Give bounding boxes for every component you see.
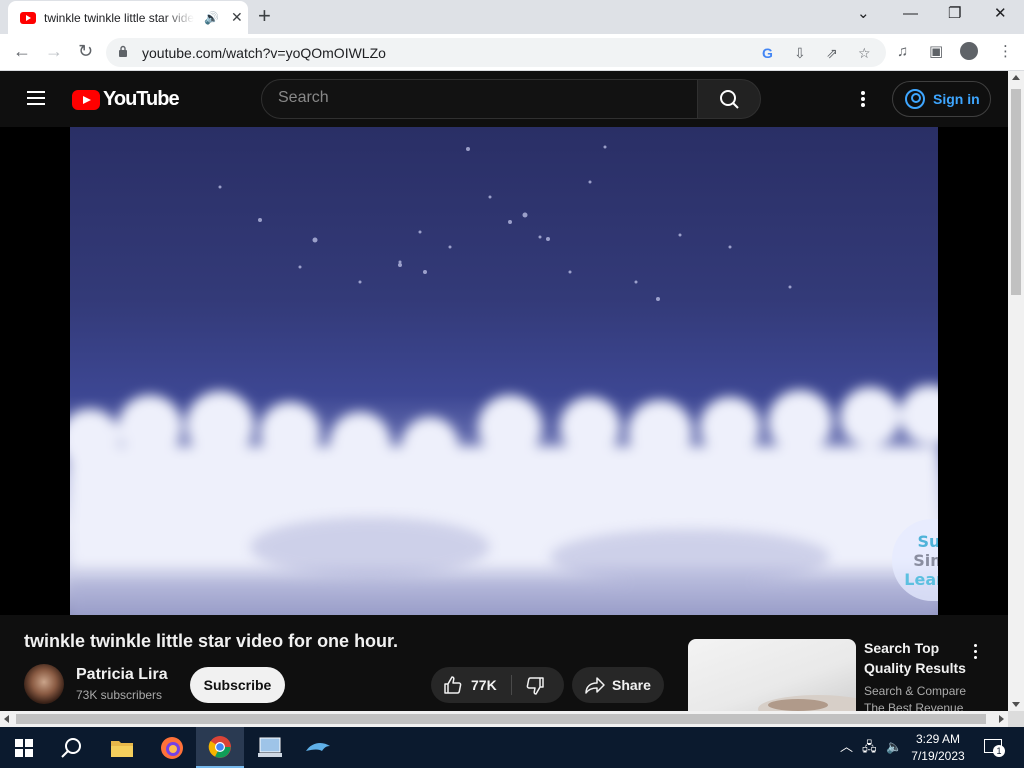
youtube-favicon-icon <box>20 11 36 24</box>
install-app-icon[interactable]: ⇩ <box>794 45 806 61</box>
video-player-area[interactable]: Super Simple Learning <box>0 127 1008 615</box>
notification-badge: 1 <box>993 745 1005 757</box>
video-frame[interactable]: Super Simple Learning <box>70 127 938 615</box>
url-text[interactable]: youtube.com/watch?v=yoQOmOIWLZo <box>142 45 386 61</box>
action-center-icon[interactable]: 1 <box>984 739 1005 757</box>
share-page-icon[interactable]: ⇗ <box>826 45 838 61</box>
forward-arrow-icon[interactable]: → <box>45 40 63 62</box>
ad-thumbnail[interactable] <box>688 639 856 711</box>
sign-in-button[interactable]: Sign in <box>892 81 991 117</box>
google-lens-icon[interactable]: G <box>762 45 773 61</box>
file-explorer-button[interactable] <box>98 727 146 768</box>
taskbar-search-icon <box>61 737 81 758</box>
scrollbar-corner <box>1008 711 1024 727</box>
browser-menu-icon[interactable]: ⋮ <box>998 43 1013 61</box>
like-dislike-bar: 77K <box>431 667 564 703</box>
settings-kebab-icon[interactable] <box>861 91 865 107</box>
horizontal-scrollbar[interactable] <box>0 711 1008 727</box>
share-label: Share <box>612 677 651 693</box>
tab-audio-playing-icon[interactable]: 🔊 <box>204 11 219 25</box>
media-controls-icon[interactable]: ♫ <box>897 43 908 61</box>
subscriber-count: 73K subscribers <box>76 688 163 702</box>
network-app-button[interactable] <box>246 727 294 768</box>
youtube-logo[interactable]: YouTube <box>72 88 180 111</box>
ad-subtitle: Search & Compare The Best Revenue <box>864 684 967 711</box>
dolphin-app-button[interactable] <box>294 727 342 768</box>
bookmark-star-icon[interactable]: ☆ <box>858 45 871 61</box>
network-status-icon[interactable]: 🖧 <box>862 739 877 755</box>
tab-close-icon[interactable]: ✕ <box>231 9 243 26</box>
clock-date: 7/19/2023 <box>911 749 965 763</box>
vertical-scroll-thumb[interactable] <box>1011 89 1021 295</box>
search-icon <box>720 90 739 109</box>
taskbar-clock[interactable]: 3:29 AM 7/19/2023 <box>906 731 970 765</box>
computer-network-icon <box>258 737 282 757</box>
show-hidden-icons-chevron-icon[interactable]: ︿ <box>840 739 853 755</box>
hamburger-menu-icon[interactable] <box>27 91 45 105</box>
share-button[interactable]: Share <box>572 667 664 703</box>
close-window-button[interactable]: ✕ <box>994 4 1007 24</box>
channel-avatar[interactable] <box>24 664 64 704</box>
search-box[interactable] <box>261 79 698 119</box>
clock-time: 3:29 AM <box>915 732 961 746</box>
tab-title: twinkle twinkle little star video for on… <box>44 10 194 25</box>
lock-icon[interactable] <box>118 45 128 58</box>
like-divider <box>511 675 512 695</box>
browser-toolbar: ← → ↻ youtube.com/watch?v=yoQOmOIWLZo G … <box>0 34 1024 71</box>
profile-avatar-icon[interactable] <box>960 42 978 60</box>
sign-in-label: Sign in <box>933 91 980 107</box>
address-bar[interactable]: youtube.com/watch?v=yoQOmOIWLZo G ⇩ ⇗ ☆ <box>106 38 886 67</box>
reload-icon[interactable]: ↻ <box>78 40 93 62</box>
search-button[interactable] <box>697 79 761 119</box>
taskbar-search-button[interactable] <box>48 727 96 768</box>
like-thumbs-up-icon[interactable] <box>443 675 463 695</box>
minimize-button[interactable]: — <box>903 4 918 24</box>
windows-taskbar: ︿ 🖧 🔈 3:29 AM 7/19/2023 1 <box>0 727 1024 768</box>
youtube-play-icon <box>72 89 100 110</box>
watermark-line-1: Super <box>917 531 938 551</box>
scroll-right-arrow-icon[interactable] <box>999 715 1004 723</box>
scroll-up-arrow-icon[interactable] <box>1012 75 1020 80</box>
ad-title[interactable]: Search Top Quality Results <box>864 638 974 678</box>
browser-tab[interactable]: twinkle twinkle little star video for on… <box>8 1 248 34</box>
vertical-scrollbar[interactable] <box>1008 71 1024 711</box>
subscribe-button[interactable]: Subscribe <box>190 667 285 703</box>
scroll-left-arrow-icon[interactable] <box>4 715 9 723</box>
share-arrow-icon <box>585 677 605 694</box>
dislike-thumbs-down-icon[interactable] <box>525 676 545 696</box>
like-count[interactable]: 77K <box>471 677 497 693</box>
firefox-icon <box>161 736 183 759</box>
browser-tab-strip: twinkle twinkle little star video for on… <box>0 0 1024 34</box>
watermark-line-3: Learning <box>904 569 938 589</box>
volume-muted-icon[interactable]: 🔈 <box>886 739 902 755</box>
search-input[interactable] <box>278 89 678 107</box>
horizontal-scroll-thumb[interactable] <box>16 714 986 724</box>
firefox-button[interactable] <box>148 727 196 768</box>
video-title: twinkle twinkle little star video for on… <box>24 631 399 651</box>
back-arrow-icon[interactable]: ← <box>13 40 31 62</box>
account-circle-icon <box>905 89 925 109</box>
windows-logo-icon <box>15 738 33 757</box>
ad-thumbnail-image <box>758 695 856 711</box>
side-panel-icon[interactable]: ▣ <box>929 43 943 61</box>
night-sky-clouds-scene <box>70 145 938 615</box>
watermark-line-2: Simple <box>913 550 938 570</box>
new-tab-button[interactable]: + <box>258 5 271 27</box>
restore-button[interactable]: ❐ <box>948 4 961 24</box>
tab-search-chevron-icon[interactable]: ⌄ <box>857 4 870 24</box>
youtube-header: YouTube Sign in <box>0 71 1008 127</box>
channel-name[interactable]: Patricia Lira <box>76 666 168 684</box>
scroll-down-arrow-icon[interactable] <box>1012 702 1020 707</box>
chrome-icon <box>208 735 231 758</box>
dolphin-icon <box>306 742 330 751</box>
chrome-button[interactable] <box>196 727 244 768</box>
start-button[interactable] <box>0 727 48 768</box>
youtube-logo-text: YouTube <box>103 88 180 110</box>
ad-more-options-icon[interactable] <box>974 644 978 660</box>
folder-icon <box>111 740 133 757</box>
